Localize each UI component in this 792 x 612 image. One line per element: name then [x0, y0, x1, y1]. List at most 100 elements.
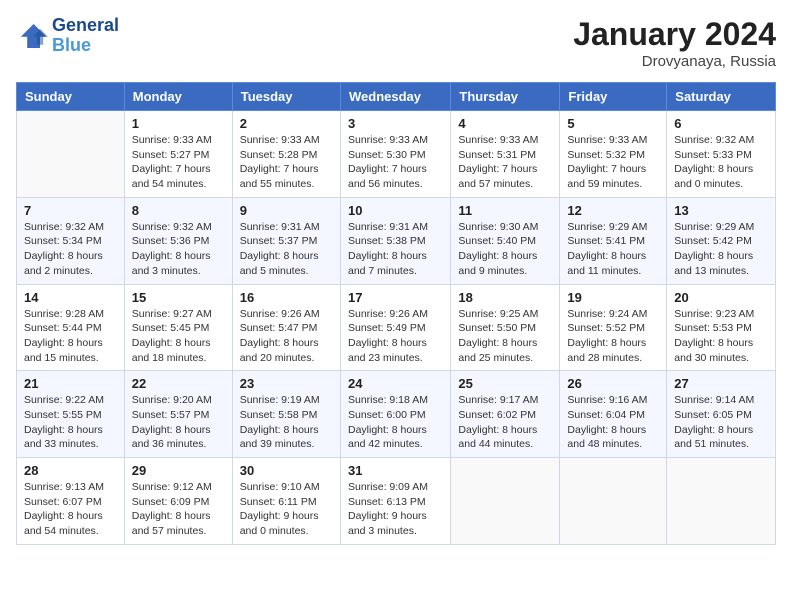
day-cell: 11 Sunrise: 9:30 AMSunset: 5:40 PMDayligh… [451, 197, 560, 284]
day-info: Sunrise: 9:32 AMSunset: 5:36 PMDaylight:… [132, 220, 225, 279]
day-cell: 9Sunrise: 9:31 AMSunset: 5:37 PMDaylight… [232, 197, 340, 284]
day-cell: 26Sunrise: 9:16 AMSunset: 6:04 PMDayligh… [560, 371, 667, 458]
day-number: 7 [24, 203, 117, 218]
day-number: 21 [24, 376, 117, 391]
day-number: 14 [24, 290, 117, 305]
day-info: Sunrise: 9:33 AMSunset: 5:30 PMDaylight:… [348, 133, 443, 192]
day-cell [560, 458, 667, 545]
day-info: Sunrise: 9:30 AMSunset: 5:40 PMDaylight:… [458, 220, 552, 279]
day-number: 27 [674, 376, 768, 391]
day-info: Sunrise: 9:12 AMSunset: 6:09 PMDaylight:… [132, 480, 225, 539]
day-number: 20 [674, 290, 768, 305]
week-row-3: 21 Sunrise: 9:22 AMSunset: 5:55 PMDayligh… [17, 371, 776, 458]
day-cell: 6 Sunrise: 9:32 AMSunset: 5:33 PMDaylight… [667, 111, 776, 198]
day-number: 19 [567, 290, 659, 305]
day-info: Sunrise: 9:27 AMSunset: 5:45 PMDaylight:… [132, 307, 225, 366]
day-number: 25 [458, 376, 552, 391]
day-info: Sunrise: 9:25 AMSunset: 5:50 PMDaylight:… [458, 307, 552, 366]
day-cell: 15 Sunrise: 9:27 AMSunset: 5:45 PMDayligh… [124, 284, 232, 371]
day-info: Sunrise: 9:19 AMSunset: 5:58 PMDaylight:… [240, 393, 333, 452]
day-number: 17 [348, 290, 443, 305]
header-wednesday: Wednesday [340, 83, 450, 111]
day-info: Sunrise: 9:22 AMSunset: 5:55 PMDaylight:… [24, 393, 117, 452]
day-info: Sunrise: 9:33 AMSunset: 5:31 PMDaylight:… [458, 133, 552, 192]
day-number: 16 [240, 290, 333, 305]
header-friday: Friday [560, 83, 667, 111]
day-info: Sunrise: 9:31 AMSunset: 5:38 PMDaylight:… [348, 220, 443, 279]
day-info: Sunrise: 9:24 AMSunset: 5:52 PMDaylight:… [567, 307, 659, 366]
calendar-header-row: Sunday Monday Tuesday Wednesday Thursday… [17, 83, 776, 111]
day-number: 29 [132, 463, 225, 478]
day-cell: 3 Sunrise: 9:33 AMSunset: 5:30 PMDaylight… [340, 111, 450, 198]
day-info: Sunrise: 9:32 AMSunset: 5:34 PMDaylight:… [24, 220, 117, 279]
day-cell: 21 Sunrise: 9:22 AMSunset: 5:55 PMDayligh… [17, 371, 125, 458]
day-cell [17, 111, 125, 198]
day-cell: 4 Sunrise: 9:33 AMSunset: 5:31 PMDaylight… [451, 111, 560, 198]
day-cell: 13 Sunrise: 9:29 AMSunset: 5:42 PMDayligh… [667, 197, 776, 284]
day-number: 1 [132, 116, 225, 131]
header-thursday: Thursday [451, 83, 560, 111]
calendar: Sunday Monday Tuesday Wednesday Thursday… [16, 82, 776, 545]
day-cell: 23Sunrise: 9:19 AMSunset: 5:58 PMDayligh… [232, 371, 340, 458]
day-number: 2 [240, 116, 333, 131]
day-cell [451, 458, 560, 545]
day-cell: 14 Sunrise: 9:28 AMSunset: 5:44 PMDayligh… [17, 284, 125, 371]
day-info: Sunrise: 9:33 AMSunset: 5:32 PMDaylight:… [567, 133, 659, 192]
day-cell: 24Sunrise: 9:18 AMSunset: 6:00 PMDayligh… [340, 371, 450, 458]
day-cell: 19 Sunrise: 9:24 AMSunset: 5:52 PMDayligh… [560, 284, 667, 371]
day-info: Sunrise: 9:29 AMSunset: 5:41 PMDaylight:… [567, 220, 659, 279]
day-number: 3 [348, 116, 443, 131]
day-info: Sunrise: 9:17 AMSunset: 6:02 PMDaylight:… [458, 393, 552, 452]
week-row-1: 7 Sunrise: 9:32 AMSunset: 5:34 PMDaylight… [17, 197, 776, 284]
day-info: Sunrise: 9:28 AMSunset: 5:44 PMDaylight:… [24, 307, 117, 366]
day-number: 6 [674, 116, 768, 131]
day-number: 31 [348, 463, 443, 478]
day-info: Sunrise: 9:23 AMSunset: 5:53 PMDaylight:… [674, 307, 768, 366]
day-number: 11 [458, 203, 552, 218]
day-cell: 2 Sunrise: 9:33 AMSunset: 5:28 PMDaylight… [232, 111, 340, 198]
day-cell [667, 458, 776, 545]
day-cell: 28 Sunrise: 9:13 AMSunset: 6:07 PMDayligh… [17, 458, 125, 545]
header-sunday: Sunday [17, 83, 125, 111]
day-number: 5 [567, 116, 659, 131]
day-cell: 22Sunrise: 9:20 AMSunset: 5:57 PMDayligh… [124, 371, 232, 458]
day-cell: 10 Sunrise: 9:31 AMSunset: 5:38 PMDayligh… [340, 197, 450, 284]
day-cell: 29 Sunrise: 9:12 AMSunset: 6:09 PMDayligh… [124, 458, 232, 545]
day-info: Sunrise: 9:16 AMSunset: 6:04 PMDaylight:… [567, 393, 659, 452]
day-cell: 8Sunrise: 9:32 AMSunset: 5:36 PMDaylight… [124, 197, 232, 284]
day-info: Sunrise: 9:29 AMSunset: 5:42 PMDaylight:… [674, 220, 768, 279]
day-number: 30 [240, 463, 333, 478]
day-number: 28 [24, 463, 117, 478]
day-cell: 1 Sunrise: 9:33 AMSunset: 5:27 PMDaylight… [124, 111, 232, 198]
location: Drovyanaya, Russia [573, 53, 776, 70]
day-number: 10 [348, 203, 443, 218]
logo-general: General [52, 16, 119, 36]
day-cell: 12Sunrise: 9:29 AMSunset: 5:41 PMDayligh… [560, 197, 667, 284]
header: General Blue January 2024 Drovyanaya, Ru… [16, 16, 776, 70]
day-cell: 18 Sunrise: 9:25 AMSunset: 5:50 PMDayligh… [451, 284, 560, 371]
day-info: Sunrise: 9:32 AMSunset: 5:33 PMDaylight:… [674, 133, 768, 192]
day-cell: 31 Sunrise: 9:09 AMSunset: 6:13 PMDayligh… [340, 458, 450, 545]
month-year: January 2024 [573, 16, 776, 53]
day-cell: 5 Sunrise: 9:33 AMSunset: 5:32 PMDaylight… [560, 111, 667, 198]
logo: General Blue [16, 16, 119, 56]
logo-text: General Blue [52, 16, 119, 56]
day-info: Sunrise: 9:13 AMSunset: 6:07 PMDaylight:… [24, 480, 117, 539]
day-cell: 20 Sunrise: 9:23 AMSunset: 5:53 PMDayligh… [667, 284, 776, 371]
day-number: 15 [132, 290, 225, 305]
day-number: 4 [458, 116, 552, 131]
week-row-2: 14 Sunrise: 9:28 AMSunset: 5:44 PMDayligh… [17, 284, 776, 371]
logo-icon [16, 22, 48, 50]
day-info: Sunrise: 9:33 AMSunset: 5:28 PMDaylight:… [240, 133, 333, 192]
day-info: Sunrise: 9:26 AMSunset: 5:47 PMDaylight:… [240, 307, 333, 366]
day-info: Sunrise: 9:33 AMSunset: 5:27 PMDaylight:… [132, 133, 225, 192]
day-info: Sunrise: 9:18 AMSunset: 6:00 PMDaylight:… [348, 393, 443, 452]
day-number: 18 [458, 290, 552, 305]
week-row-0: 1 Sunrise: 9:33 AMSunset: 5:27 PMDaylight… [17, 111, 776, 198]
day-cell: 17 Sunrise: 9:26 AMSunset: 5:49 PMDayligh… [340, 284, 450, 371]
day-info: Sunrise: 9:31 AMSunset: 5:37 PMDaylight:… [240, 220, 333, 279]
day-number: 13 [674, 203, 768, 218]
day-cell: 30Sunrise: 9:10 AMSunset: 6:11 PMDayligh… [232, 458, 340, 545]
day-info: Sunrise: 9:09 AMSunset: 6:13 PMDaylight:… [348, 480, 443, 539]
day-info: Sunrise: 9:26 AMSunset: 5:49 PMDaylight:… [348, 307, 443, 366]
